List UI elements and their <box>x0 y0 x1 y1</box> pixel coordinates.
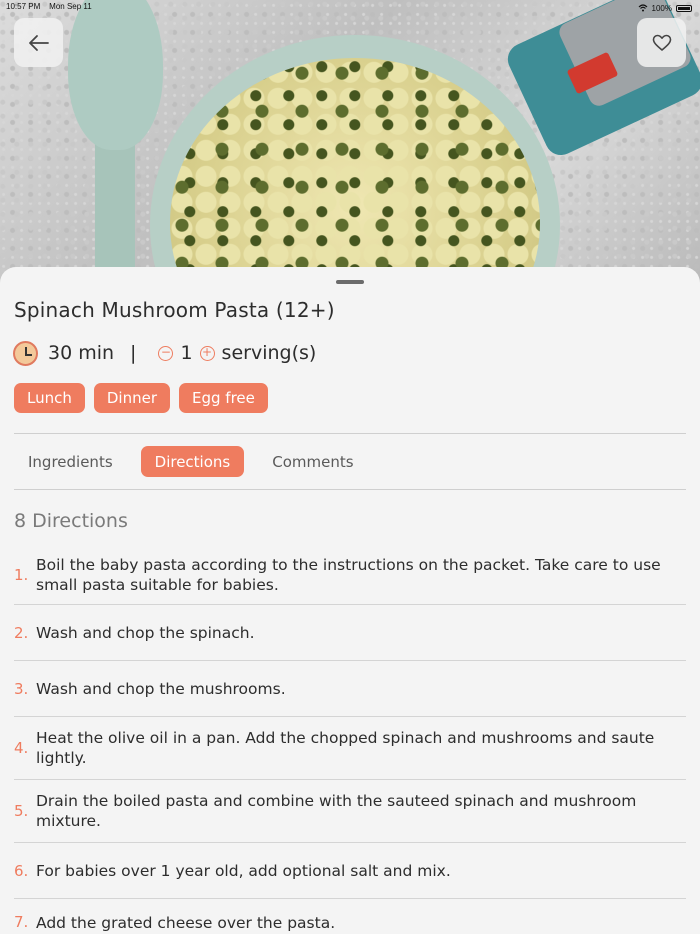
step-text: For babies over 1 year old, add optional… <box>36 861 451 880</box>
servings-label: serving(s) <box>221 342 317 364</box>
status-left: 10:57 PM Mon Sep 11 <box>6 2 92 14</box>
tab-comments[interactable]: Comments <box>258 446 367 477</box>
tab-ingredients[interactable]: Ingredients <box>14 446 127 477</box>
wifi-icon <box>638 4 647 12</box>
step-number: 5. <box>14 802 29 820</box>
list-item: 2. Wash and chop the spinach. <box>14 605 686 661</box>
list-item: 4. Heat the olive oil in a pan. Add the … <box>14 717 686 780</box>
step-text: Heat the olive oil in a pan. Add the cho… <box>36 729 655 767</box>
clock-icon <box>13 340 38 366</box>
recipe-meta: 30 min | − 1 + serving(s) <box>13 339 316 367</box>
step-number: 3. <box>14 679 29 698</box>
status-date: Mon Sep 11 <box>49 2 92 11</box>
battery-icon <box>676 4 692 12</box>
favorite-button[interactable] <box>637 18 686 67</box>
list-item: 3. Wash and chop the mushrooms. <box>14 661 686 717</box>
directions-heading: 8 Directions <box>14 510 128 532</box>
step-number: 7. <box>14 913 29 931</box>
recipe-hero-image <box>0 0 700 300</box>
heart-outline-icon <box>652 34 671 51</box>
prep-time: 30 min <box>48 342 115 364</box>
status-right: 100% <box>638 2 692 14</box>
divider <box>14 433 686 434</box>
directions-list: 1. Boil the baby pasta according to the … <box>14 545 686 934</box>
tag-dinner[interactable]: Dinner <box>93 383 171 413</box>
battery-percent: 100% <box>651 3 672 13</box>
spoon <box>68 0 163 150</box>
list-item: 5. Drain the boiled pasta and combine wi… <box>14 780 686 843</box>
step-text: Wash and chop the mushrooms. <box>36 679 286 698</box>
back-button[interactable] <box>14 18 63 67</box>
arrow-left-icon <box>28 34 49 51</box>
decrease-servings-button[interactable]: − <box>158 345 174 361</box>
list-item: 6. For babies over 1 year old, add optio… <box>14 843 686 899</box>
servings-count: 1 <box>180 342 193 364</box>
recipe-tags: Lunch Dinner Egg free <box>14 383 268 413</box>
step-text: Drain the boiled pasta and combine with … <box>36 792 637 830</box>
step-number: 1. <box>14 565 29 584</box>
list-item: 7. Add the grated cheese over the pasta. <box>14 899 686 934</box>
status-time: 10:57 PM <box>6 2 41 11</box>
recipe-tabs: Ingredients Directions Comments <box>14 446 368 477</box>
step-number: 2. <box>14 623 29 642</box>
step-text: Add the grated cheese over the pasta. <box>36 914 336 932</box>
list-item: 1. Boil the baby pasta according to the … <box>14 545 686 605</box>
step-number: 4. <box>14 739 29 757</box>
increase-servings-button[interactable]: + <box>199 345 215 361</box>
status-bar: 10:57 PM Mon Sep 11 100% <box>0 0 700 14</box>
recipe-detail-sheet: Spinach Mushroom Pasta (12+) 30 min | − … <box>0 267 700 934</box>
recipe-title: Spinach Mushroom Pasta (12+) <box>14 298 335 322</box>
tag-lunch[interactable]: Lunch <box>14 383 85 413</box>
meta-separator: | <box>130 342 137 364</box>
sheet-grabber[interactable] <box>336 280 364 284</box>
step-text: Wash and chop the spinach. <box>36 623 255 642</box>
step-number: 6. <box>14 861 29 880</box>
divider <box>14 489 686 490</box>
tag-egg-free[interactable]: Egg free <box>179 383 268 413</box>
tab-directions[interactable]: Directions <box>140 446 245 477</box>
step-text: Boil the baby pasta according to the ins… <box>36 555 661 594</box>
